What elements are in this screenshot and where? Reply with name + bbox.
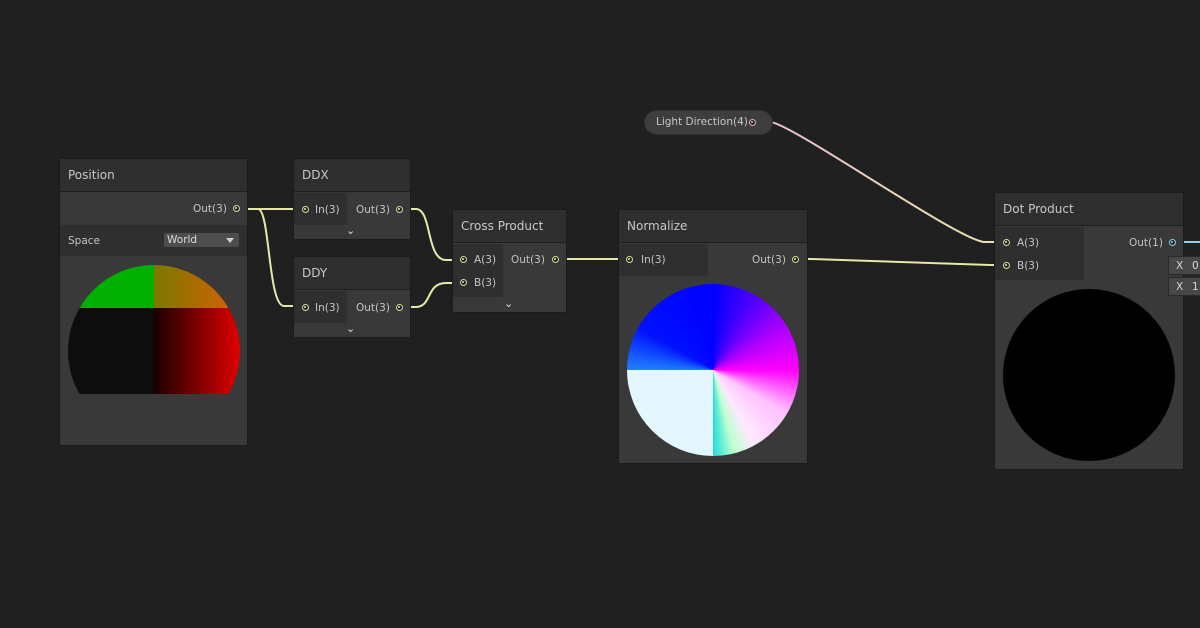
ddy-node-header[interactable]: DDY — [294, 257, 410, 290]
out-port-icon[interactable] — [552, 256, 559, 263]
position-node-header[interactable]: Position — [60, 159, 247, 192]
chevron-down-icon[interactable]: ⌄ — [346, 323, 355, 334]
node-title: DDY — [302, 266, 328, 280]
light-direction-property[interactable]: Light Direction(4) — [645, 111, 772, 134]
axis-label: X — [1176, 281, 1184, 293]
node-title: Cross Product — [461, 219, 544, 233]
in-port-icon[interactable] — [302, 304, 309, 311]
property-label: Light Direction(4) — [656, 116, 748, 128]
ddx-node[interactable]: DDX In(3) Out(3) ⌄ — [294, 159, 410, 239]
out-port-icon[interactable] — [792, 256, 799, 263]
space-label: Space — [68, 235, 100, 247]
in-port-icon[interactable] — [626, 256, 633, 263]
field-value[interactable]: 1 — [1192, 278, 1199, 297]
input-field-a[interactable]: X 0 — [1168, 256, 1200, 275]
position-node[interactable]: Position Out(3) Space World — [60, 159, 247, 445]
space-dropdown[interactable]: World — [164, 233, 239, 247]
property-port-icon[interactable] — [749, 119, 756, 126]
caret-down-icon — [226, 238, 234, 243]
a-port-label: A(3) — [1017, 237, 1040, 249]
dot-product-node-header[interactable]: Dot Product — [995, 193, 1183, 226]
out-port-label: Out(3) — [511, 254, 545, 266]
out-port-label: Out(3) — [356, 204, 390, 216]
b-port-label: B(3) — [1017, 260, 1040, 272]
a-port-label: A(3) — [474, 254, 497, 266]
out-port-icon[interactable] — [396, 304, 403, 311]
wire-position-to-ddy — [239, 208, 303, 307]
in-port-label: In(3) — [315, 302, 340, 314]
preview-sphere — [1003, 289, 1175, 461]
b-port-icon[interactable] — [1003, 262, 1010, 269]
in-port-icon[interactable] — [302, 206, 309, 213]
out-port-label: Out(3) — [752, 254, 786, 266]
dot-input-panel — [995, 227, 1084, 280]
ddx-node-header[interactable]: DDX — [294, 159, 410, 192]
chevron-down-icon[interactable]: ⌄ — [504, 298, 513, 309]
node-title: Position — [68, 168, 115, 182]
chevron-down-icon[interactable]: ⌄ — [346, 225, 355, 236]
ddy-node[interactable]: DDY In(3) Out(3) ⌄ — [294, 257, 410, 337]
field-value[interactable]: 0 — [1192, 257, 1199, 276]
cross-product-node-header[interactable]: Cross Product — [453, 210, 566, 243]
out-port-icon[interactable] — [396, 206, 403, 213]
node-title: DDX — [302, 168, 329, 182]
normalize-node[interactable]: Normalize In(3) Out(3) — [619, 210, 807, 463]
axis-label: X — [1176, 260, 1184, 272]
space-dropdown-value: World — [167, 234, 198, 246]
out-port-label: Out(1) — [1129, 237, 1163, 249]
a-port-icon[interactable] — [460, 256, 467, 263]
cross-product-node[interactable]: Cross Product A(3) B(3) Out(3) ⌄ — [453, 210, 566, 312]
dot-product-node[interactable]: Dot Product A(3) B(3) Out(1) — [995, 193, 1183, 469]
preview-sphere — [68, 265, 240, 437]
in-port-label: In(3) — [315, 204, 340, 216]
in-port-label: In(3) — [641, 254, 666, 266]
input-field-b[interactable]: X 1 — [1168, 277, 1200, 296]
preview-sphere — [627, 284, 799, 456]
out-port-icon[interactable] — [233, 205, 240, 212]
b-port-label: B(3) — [474, 277, 497, 289]
out-port-icon[interactable] — [1169, 239, 1176, 246]
node-title: Normalize — [627, 219, 688, 233]
out-port-label: Out(3) — [193, 203, 227, 215]
wire-normalize-to-dot-b — [796, 258, 1007, 266]
node-title: Dot Product — [1003, 202, 1074, 216]
a-port-icon[interactable] — [1003, 239, 1010, 246]
b-port-icon[interactable] — [460, 279, 467, 286]
out-port-label: Out(3) — [356, 302, 390, 314]
normalize-node-header[interactable]: Normalize — [619, 210, 807, 243]
